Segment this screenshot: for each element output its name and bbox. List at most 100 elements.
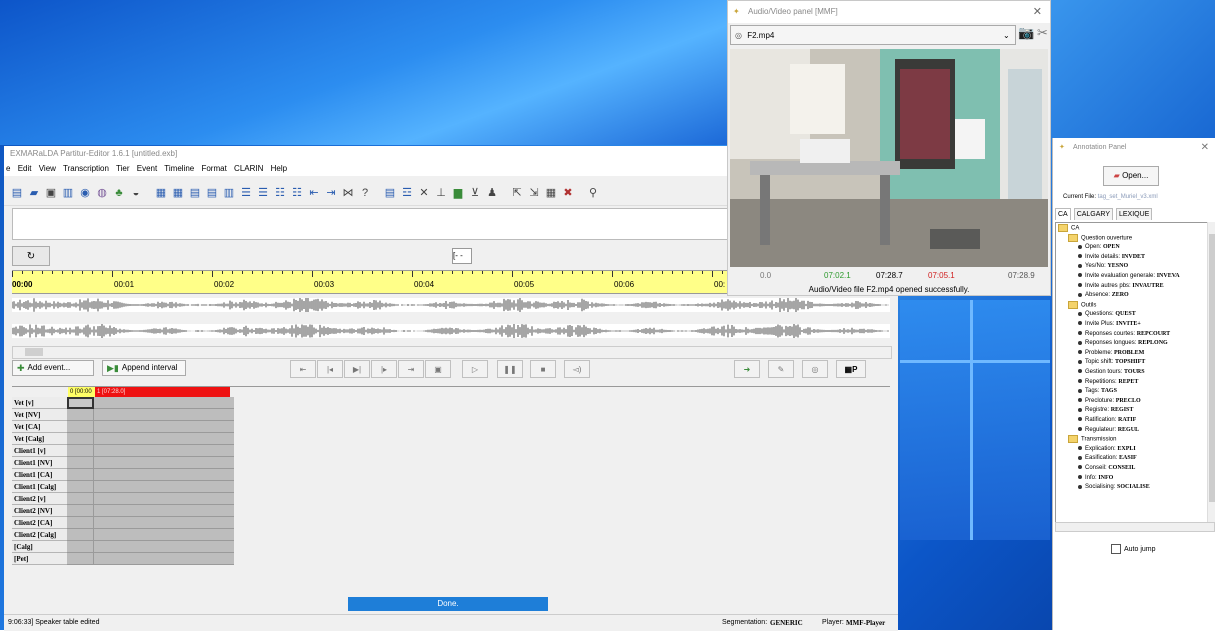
menu-view[interactable]: View [39,164,56,173]
menu-tier[interactable]: Tier [116,164,129,173]
tier-event-cell[interactable] [67,481,94,493]
tree-horizontal-scrollbar[interactable] [1055,522,1215,532]
timeline-remove-icon[interactable]: ✕ [417,186,431,200]
tier-event-cell[interactable] [94,433,234,445]
tab-ca[interactable]: CA [1055,208,1071,220]
users-icon[interactable]: ♣ [112,186,126,200]
tab-lexique[interactable]: LEXIQUE [1115,208,1153,220]
tree-item[interactable]: Explication: EXPLI [1078,445,1136,454]
tier-event-cell[interactable] [94,445,234,457]
tier-event-cell[interactable] [94,409,234,421]
tier-label[interactable]: Client1 [CA] [12,469,67,481]
tier-label[interactable]: Vet [NV] [12,409,67,421]
tier-label[interactable]: Client2 [Calg] [12,529,67,541]
timeline-point-1[interactable]: 1 [07:28.0] [95,387,230,397]
event-double-icon[interactable]: ☷ [273,186,287,200]
tier-label[interactable]: Client1 [Calg] [12,481,67,493]
pause-button[interactable]: ❚❚ [497,360,523,378]
event-shift-icon[interactable]: ☷ [290,186,304,200]
tier-add-icon[interactable]: ▦ [154,186,168,200]
tree-item[interactable]: Absence: ZERO [1078,291,1129,300]
tab-calgary[interactable]: CALGARY [1073,208,1114,220]
menu-event[interactable]: Event [137,164,157,173]
tier-label[interactable]: [Calg] [12,541,67,553]
tree-item[interactable]: Reponses longues: REPLONG [1078,339,1168,348]
save-icon[interactable]: ▣ [44,186,58,200]
tier-label[interactable]: Client2 [NV] [12,505,67,517]
event-merge-icon[interactable]: ☰ [239,186,253,200]
go-end-button[interactable]: ⇥ [398,360,424,378]
grid-icon[interactable]: ▦ [544,186,558,200]
tier-event-cell[interactable] [67,505,94,517]
loop-button[interactable]: ▣ [425,360,451,378]
refresh-button[interactable]: ↻ [12,246,50,266]
close-icon[interactable]: ✕ [1201,138,1209,158]
tier-event-cell[interactable] [67,445,94,457]
event-bounds-icon[interactable]: ⋈ [341,186,355,200]
timeline-anchor-icon[interactable]: ⊥ [434,186,448,200]
menu-clarin[interactable]: CLARIN [234,164,263,173]
menu-format[interactable]: Format [201,164,226,173]
tree-item[interactable]: Topic shift: TOPSHIFT [1078,358,1145,367]
tier-event-cell[interactable] [67,409,94,421]
tree-item[interactable]: Socialising: SOCIALISE [1078,483,1150,492]
question-icon[interactable]: ? [358,186,372,200]
tree-item[interactable]: Invite details: INVDET [1078,253,1145,262]
tree-item[interactable]: Registre: REGIST [1078,406,1133,415]
timeline-point-0[interactable]: 0 [00:00 [68,387,95,397]
snapshot-camera-icon[interactable]: 📷 [1018,25,1034,43]
menu-file[interactable]: e [6,164,10,173]
timeline-fill-icon[interactable]: ▆ [451,186,465,200]
tree-item[interactable]: Probleme: PROBLEM [1078,349,1144,358]
tier-event-cell[interactable] [94,553,234,565]
event-split-icon[interactable]: ☰ [256,186,270,200]
import-icon[interactable]: ⇲ [527,186,541,200]
play-selection-button[interactable]: ▶| [344,360,370,378]
speaker-table-icon[interactable]: ▥ [61,186,75,200]
tree-item[interactable]: Regulateur: REGUL [1078,426,1139,435]
event-left-icon[interactable]: ⇤ [307,186,321,200]
tier-event-cell[interactable] [94,481,234,493]
waveform-channel-1[interactable] [12,298,890,312]
tree-item[interactable]: Easification: EASIF [1078,454,1137,463]
tier-event-cell[interactable] [67,553,94,565]
tier-event-cell[interactable] [94,505,234,517]
tree-item[interactable]: Invite autres pbs: INVAUTRE [1078,282,1164,291]
tier-label[interactable]: Client1 [NV] [12,457,67,469]
tree-item[interactable]: Repetitions: REPET [1078,378,1138,387]
tree-item[interactable]: Yes/No: YESNO [1078,262,1128,271]
play-next-button[interactable]: |▸ [371,360,397,378]
close-icon[interactable]: ✕ [1033,1,1042,23]
timeline-person-icon[interactable]: ♟ [485,186,499,200]
tier-label[interactable]: Client2 [CA] [12,517,67,529]
tree-vertical-scrollbar[interactable] [1207,222,1215,522]
delete-icon[interactable]: ✖ [561,186,575,200]
scrollbar-thumb[interactable] [1209,234,1215,502]
timeline-icon[interactable]: ▤ [383,186,397,200]
open-button[interactable]: ▰ Open... [1103,166,1159,186]
tier-event-cell[interactable] [94,469,234,481]
menu-help[interactable]: Help [271,164,287,173]
tier-event-cell[interactable] [94,517,234,529]
tree-item[interactable]: Invite Plus: INVITE+ [1078,320,1141,329]
tree-root[interactable]: CA [1058,224,1079,233]
forward-arrow-button[interactable]: ➜ [734,360,760,378]
video-frame[interactable] [730,49,1048,267]
stop-button[interactable]: ■ [530,360,556,378]
tier-event-cell[interactable] [67,397,94,409]
play-button[interactable]: ▷ [462,360,488,378]
step-back-button[interactable]: |◂ [317,360,343,378]
globe-icon[interactable]: ◍ [95,186,109,200]
record-button[interactable]: ◎ [802,360,828,378]
media-file-select[interactable]: ◎ F2.mp4 ⌄ [730,25,1016,45]
chevron-down-icon[interactable]: ⌄ [1003,26,1010,46]
tier-icon[interactable]: ◉ [78,186,92,200]
tier-label[interactable]: Vet [CA] [12,421,67,433]
timeline-bottom-icon[interactable]: ⊻ [468,186,482,200]
waveform-scrollbar[interactable] [12,346,892,359]
go-start-button[interactable]: ⇤ [290,360,316,378]
tier-label[interactable]: Client2 [v] [12,493,67,505]
append-interval-button[interactable]: ▶▮ Append interval [102,360,186,376]
tree-item[interactable]: Gestion tours: TOURS [1078,368,1145,377]
menu-edit[interactable]: Edit [18,164,32,173]
